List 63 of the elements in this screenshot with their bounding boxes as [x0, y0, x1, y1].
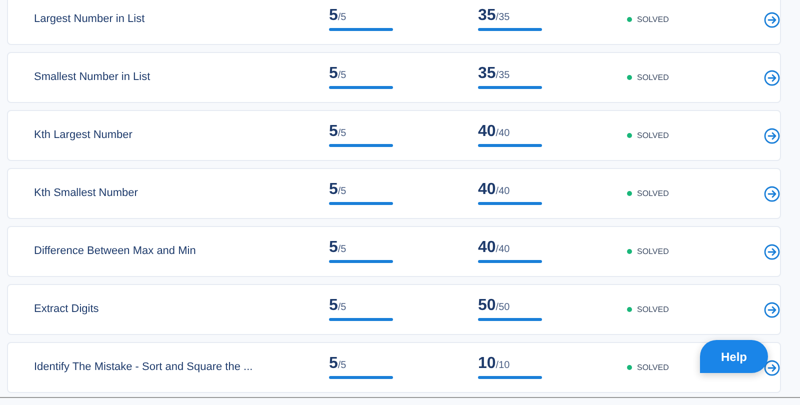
problem-row[interactable]: Extract Digits 5/5 50/50 SOLVED	[7, 284, 781, 335]
problem-row[interactable]: Difference Between Max and Min 5/5 40/40 SOLVED	[7, 226, 781, 277]
problem-title: Identify The Mistake - Sort and Square the ...	[34, 360, 254, 376]
arrow-circle-icon[interactable]	[764, 244, 780, 260]
status-label: SOLVED	[637, 130, 669, 142]
status-dot	[627, 17, 632, 22]
problem-title: Kth Smallest Number	[34, 186, 139, 202]
points-value: 50/50	[478, 298, 510, 314]
arrow-circle-icon[interactable]	[764, 186, 780, 202]
problem-title: Difference Between Max and Min	[34, 244, 197, 260]
status-label: SOLVED	[637, 246, 669, 258]
points-underline	[478, 318, 542, 321]
score-value: 5/5	[329, 124, 346, 140]
points-value: 40/40	[478, 182, 510, 198]
points-underline	[478, 28, 542, 31]
score-underline	[329, 86, 393, 89]
problem-row[interactable]: Kth Smallest Number 5/5 40/40 SOLVED	[7, 168, 781, 219]
points-underline	[478, 202, 542, 205]
score-underline	[329, 28, 393, 31]
points-value: 35/35	[478, 8, 510, 24]
status-dot	[627, 191, 632, 196]
score-underline	[329, 144, 393, 147]
problem-title: Kth Largest Number	[34, 128, 134, 144]
points-value: 35/35	[478, 66, 510, 82]
problem-title: Smallest Number in List	[34, 70, 152, 86]
status-label: SOLVED	[637, 362, 669, 374]
points-underline	[478, 376, 542, 379]
problem-title: Largest Number in List	[34, 12, 146, 28]
score-value: 5/5	[329, 298, 346, 314]
score-underline	[329, 318, 393, 321]
score-underline	[329, 376, 393, 379]
score-value: 5/5	[329, 356, 346, 372]
score-value: 5/5	[329, 8, 346, 24]
arrow-circle-icon[interactable]	[764, 360, 780, 376]
points-value: 40/40	[478, 124, 510, 140]
arrow-circle-icon[interactable]	[764, 70, 780, 86]
points-value: 40/40	[478, 240, 510, 256]
points-underline	[478, 260, 542, 263]
points-value: 10/10	[478, 356, 510, 372]
points-underline	[478, 86, 542, 89]
status-label: SOLVED	[637, 304, 669, 316]
status-dot	[627, 75, 632, 80]
status-dot	[627, 307, 632, 312]
arrow-circle-icon[interactable]	[764, 128, 780, 144]
problem-title: Extract Digits	[34, 302, 100, 318]
problem-row[interactable]: Smallest Number in List 5/5 35/35 SOLVED	[7, 52, 781, 103]
status-dot	[627, 133, 632, 138]
score-underline	[329, 260, 393, 263]
status-label: SOLVED	[637, 72, 669, 84]
score-underline	[329, 202, 393, 205]
status-dot	[627, 365, 632, 370]
status-label: SOLVED	[637, 188, 669, 200]
status-label: SOLVED	[637, 14, 669, 26]
arrow-circle-icon[interactable]	[764, 12, 780, 28]
problem-row[interactable]: Kth Largest Number 5/5 40/40 SOLVED	[7, 110, 781, 161]
score-value: 5/5	[329, 240, 346, 256]
problem-row[interactable]: Largest Number in List 5/5 35/35 SOLVED	[7, 0, 781, 45]
points-underline	[478, 144, 542, 147]
status-dot	[627, 249, 632, 254]
score-value: 5/5	[329, 182, 346, 198]
help-button[interactable]: Help	[700, 340, 768, 373]
score-value: 5/5	[329, 66, 346, 82]
arrow-circle-icon[interactable]	[764, 302, 780, 318]
